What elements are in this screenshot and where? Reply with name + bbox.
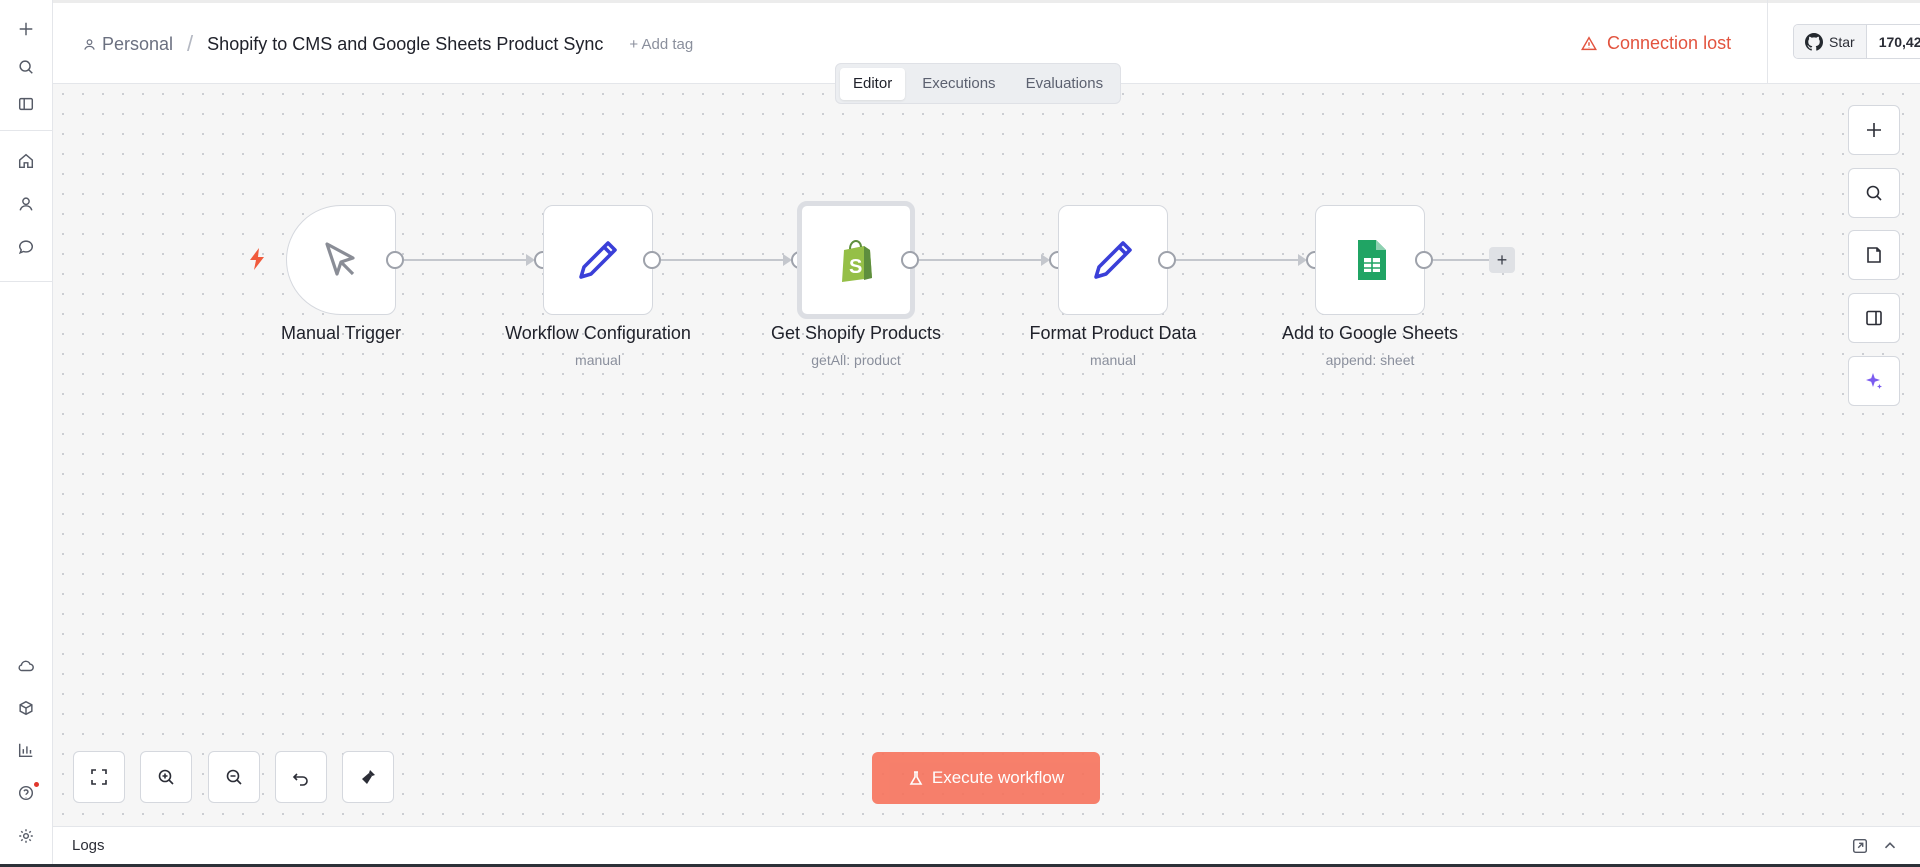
execute-workflow-label: Execute workflow [931, 768, 1065, 787]
logs-label: Logs [72, 837, 105, 854]
google-sheets-icon [1358, 240, 1386, 280]
fullscreen-icon [91, 769, 107, 785]
sidebar-toggle-icon[interactable] [12, 90, 40, 118]
panel-icon [1866, 310, 1882, 326]
sticky-note-button[interactable] [1848, 230, 1900, 280]
chat-icon[interactable] [12, 233, 40, 261]
breadcrumb-personal[interactable]: Personal [83, 34, 173, 55]
tab-editor[interactable]: Editor [840, 67, 906, 100]
fit-view-button[interactable] [73, 751, 125, 803]
workflow-title[interactable]: Shopify to CMS and Google Sheets Product… [207, 34, 603, 55]
node-label: Manual Trigger [280, 323, 402, 343]
add-node-plus-button[interactable]: + [1489, 247, 1515, 273]
search-nodes-button[interactable] [1848, 168, 1900, 218]
undo-icon [292, 773, 308, 786]
node-subtitle: manual [575, 352, 621, 368]
node-subtitle: append: sheet [1325, 352, 1415, 368]
broom-icon [362, 770, 375, 784]
zoom-in-icon [158, 769, 174, 785]
tidy-up-button[interactable] [342, 751, 394, 803]
output-handle[interactable] [1415, 251, 1433, 269]
breadcrumb-separator: / [187, 31, 194, 56]
output-handle[interactable] [1158, 251, 1176, 269]
pencil-icon [579, 241, 617, 279]
warning-icon [1581, 35, 1597, 50]
add-node-button[interactable] [1848, 105, 1900, 155]
connection-status-label: Connection lost [1607, 33, 1732, 53]
logs-bar[interactable]: Logs [53, 826, 1920, 864]
settings-gear-icon[interactable] [12, 822, 40, 850]
node-manual-trigger[interactable] [286, 205, 396, 315]
zoom-in-button[interactable] [140, 751, 192, 803]
connection-line [404, 259, 528, 261]
connection-line [661, 259, 785, 261]
rail-divider [0, 281, 53, 282]
node-label: Format Product Data [1029, 323, 1197, 343]
output-handle[interactable] [901, 251, 919, 269]
popout-icon[interactable] [1851, 837, 1869, 855]
workflow-canvas[interactable] [53, 84, 1920, 826]
insights-icon[interactable] [12, 736, 40, 764]
connection-status: Connection lost [1580, 33, 1731, 54]
user-icon [84, 38, 95, 50]
home-icon[interactable] [12, 147, 40, 175]
execute-workflow-button[interactable]: Execute workflow [872, 752, 1100, 804]
node-workflow-configuration[interactable] [543, 205, 653, 315]
note-icon [1867, 247, 1881, 263]
zoom-out-icon [226, 769, 242, 785]
node-add-to-google-sheets[interactable] [1315, 205, 1425, 315]
help-icon[interactable] [12, 779, 40, 807]
tab-evaluations[interactable]: Evaluations [1013, 68, 1117, 100]
reset-zoom-button[interactable] [275, 751, 327, 803]
add-icon[interactable] [12, 15, 40, 43]
header-divider [1767, 0, 1768, 84]
view-tabs: Editor Executions Evaluations [835, 63, 1122, 104]
ai-assistant-button[interactable] [1848, 356, 1900, 406]
rail-divider [0, 130, 53, 131]
breadcrumb: Personal / Shopify to CMS and Google She… [83, 31, 693, 57]
github-star-count[interactable]: 170,428 [1866, 25, 1920, 58]
output-handle[interactable] [386, 251, 404, 269]
toggle-panel-button[interactable] [1848, 293, 1900, 343]
zoom-out-button[interactable] [208, 751, 260, 803]
tab-executions[interactable]: Executions [909, 68, 1008, 100]
cloud-icon[interactable] [12, 652, 40, 680]
node-subtitle: manual [1090, 352, 1136, 368]
svg-text:S: S [849, 256, 862, 278]
github-star-label: Star [1829, 33, 1855, 50]
header-top-border [53, 0, 1920, 3]
github-star-button[interactable]: Star [1794, 25, 1867, 58]
plus-icon [1867, 123, 1881, 137]
node-label: Get Shopify Products [770, 323, 942, 343]
search-icon [1866, 185, 1882, 201]
trigger-bolt-icon [248, 248, 266, 275]
user-icon[interactable] [12, 190, 40, 218]
shopify-icon: S [842, 239, 872, 282]
node-label: Add to Google Sheets [1281, 323, 1459, 343]
output-handle[interactable] [643, 251, 661, 269]
node-format-product-data[interactable] [1058, 205, 1168, 315]
left-sidebar [0, 0, 53, 867]
notification-dot [34, 782, 39, 787]
node-label: Workflow Configuration [505, 323, 691, 343]
node-subtitle: getAll: product [811, 352, 901, 368]
chevron-up-icon[interactable] [1881, 837, 1899, 855]
breadcrumb-personal-label: Personal [102, 33, 174, 54]
add-tag-button[interactable]: + Add tag [629, 36, 693, 53]
connection-line [1433, 259, 1489, 261]
cursor-icon [325, 242, 355, 276]
templates-icon[interactable] [12, 694, 40, 722]
search-icon[interactable] [12, 53, 40, 81]
flask-icon [909, 771, 923, 785]
github-star-widget: Star 170,428 [1793, 24, 1920, 59]
connection-line [1176, 259, 1300, 261]
sparkle-icon [1866, 373, 1882, 389]
node-get-shopify-products[interactable]: S [797, 201, 915, 319]
connection-line [919, 259, 1043, 261]
pencil-icon [1094, 241, 1132, 279]
github-icon [1805, 32, 1823, 51]
